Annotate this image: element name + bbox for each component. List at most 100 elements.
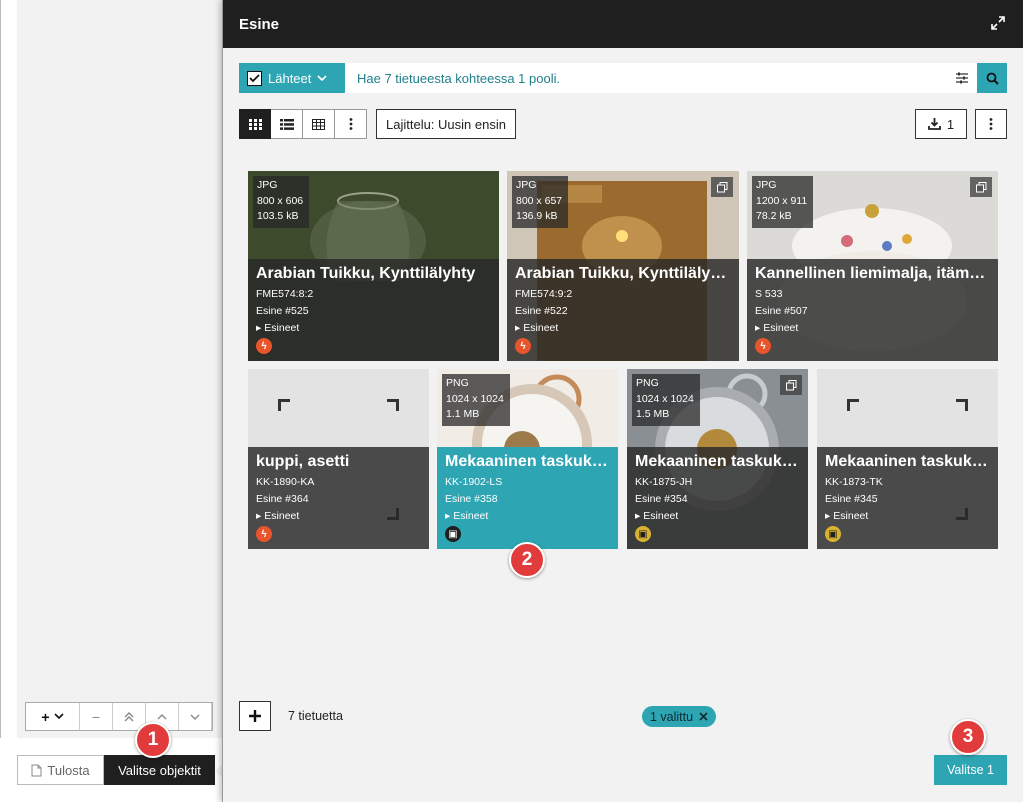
card-title: Arabian Tuikku, Kynttilälyhty <box>515 265 731 282</box>
copy-icon[interactable] <box>711 177 733 197</box>
record-card[interactable]: JPG 800 x 657 136.9 kB Arabian Tuikku, Kyn… <box>507 171 739 361</box>
card-number: Esine #507 <box>755 305 808 317</box>
add-record-button[interactable] <box>239 701 271 731</box>
download-icon <box>927 118 941 130</box>
search-input[interactable]: Hae 7 tietueesta kohteessa 1 pooli. <box>345 63 947 93</box>
annotation-badge: 1 <box>135 722 171 758</box>
more-options-button[interactable] <box>975 109 1007 139</box>
view-mode-group <box>239 109 367 139</box>
card-collection: ▸ Esineet <box>256 320 491 337</box>
card-collection: ▸ Esineet <box>755 320 990 337</box>
record-card-selected[interactable]: PNG 1024 x 1024 1.1 MB Mekaaninen taskukel… <box>437 369 618 549</box>
sources-dropdown[interactable]: Lähteet <box>239 63 345 93</box>
search-button[interactable] <box>977 63 1007 93</box>
card-collection: ▸ Esineet <box>825 508 990 525</box>
caret-right-icon: ▸ <box>256 510 262 522</box>
file-meta: JPG 800 x 606 103.5 kB <box>253 176 310 228</box>
record-card[interactable]: JPG 1200 x 911 78.2 kB Kannellinen liemima… <box>747 171 998 361</box>
close-icon[interactable] <box>699 712 708 721</box>
card-collection: ▸ Esineet <box>515 320 731 337</box>
list-icon <box>279 118 294 130</box>
annotation-badge: 2 <box>509 542 545 578</box>
card-info: Arabian Tuikku, Kynttilälyhty FME574:9:2… <box>507 259 739 361</box>
card-code: S 533 <box>755 288 783 300</box>
dialog-header: Esine <box>223 0 1023 48</box>
card-title: kuppi, asetti <box>256 453 350 470</box>
card-info: Kannellinen liemimalja, itämainen S 533 … <box>747 259 998 361</box>
table-icon <box>312 118 325 130</box>
card-title: Mekaaninen taskukello <box>445 453 610 470</box>
more-vertical-icon <box>989 118 993 130</box>
file-meta: JPG 800 x 657 136.9 kB <box>512 176 569 228</box>
record-count: 7 tietuetta <box>288 709 343 723</box>
card-code: FME574:9:2 <box>515 288 573 300</box>
caret-right-icon: ▸ <box>825 510 831 522</box>
remove-button[interactable]: − <box>80 703 113 730</box>
caret-right-icon: ▸ <box>515 322 521 334</box>
plus-icon <box>249 710 261 722</box>
lightning-icon: ϟ <box>755 338 771 354</box>
select-objects-button[interactable]: Valitse objektit <box>104 755 215 785</box>
caret-right-icon: ▸ <box>635 510 641 522</box>
record-card[interactable]: PNG 1024 x 1024 1.5 MB Mekaaninen taskukel… <box>627 369 808 549</box>
card-number: Esine #364 <box>256 493 309 505</box>
card-code: FME574:8:2 <box>256 288 314 300</box>
card-collection: ▸ Esineet <box>256 508 421 525</box>
placeholder-icon <box>278 399 290 411</box>
list-view-button[interactable] <box>271 109 303 139</box>
archive-icon: ▣ <box>635 526 651 542</box>
card-number: Esine #354 <box>635 493 688 505</box>
pdf-icon <box>31 764 42 776</box>
card-info: kuppi, asetti KK-1890-KA Esine #364 ▸ Esi… <box>248 447 429 549</box>
file-meta: PNG 1024 x 1024 1.1 MB <box>442 374 510 426</box>
card-title: Arabian Tuikku, Kynttilälyhty <box>256 265 476 282</box>
search-bar: Lähteet Hae 7 tietueesta kohteessa 1 poo… <box>239 63 1007 93</box>
archive-icon: ▣ <box>825 526 841 542</box>
record-card[interactable]: Mekaaninen taskukello KK-1873-TK Esine #… <box>817 369 998 549</box>
card-number: Esine #358 <box>445 493 498 505</box>
select-button[interactable]: Valitse 1 <box>934 755 1007 785</box>
card-info: Mekaaninen taskukello KK-1873-TK Esine #… <box>817 447 998 549</box>
copy-icon[interactable] <box>780 375 802 395</box>
card-info: Mekaaninen taskukello KK-1902-LS Esine #… <box>437 447 618 549</box>
card-number: Esine #522 <box>515 305 568 317</box>
caret-right-icon: ▸ <box>445 510 451 522</box>
print-button[interactable]: Tulosta <box>17 755 104 785</box>
expand-icon[interactable] <box>991 16 1007 32</box>
table-view-button[interactable] <box>303 109 335 139</box>
view-options-button[interactable] <box>335 109 367 139</box>
divider <box>0 0 1 738</box>
print-label: Tulosta <box>47 762 90 778</box>
card-info: Arabian Tuikku, Kynttilälyhty FME574:8:2… <box>248 259 499 361</box>
lightning-icon: ϟ <box>515 338 531 354</box>
placeholder-corner <box>387 399 399 411</box>
move-down-button[interactable] <box>179 703 212 730</box>
sort-button[interactable]: Lajittelu: Uusin ensin <box>376 109 516 139</box>
record-card[interactable]: kuppi, asetti KK-1890-KA Esine #364 ▸ Esi… <box>248 369 429 549</box>
checkbox-icon <box>247 70 262 86</box>
add-dropdown-button[interactable]: + <box>26 703 80 730</box>
copy-icon[interactable] <box>970 177 992 197</box>
download-count: 1 <box>946 116 955 132</box>
download-button[interactable]: 1 <box>915 109 967 139</box>
placeholder-corner <box>956 399 968 411</box>
card-number: Esine #345 <box>825 493 878 505</box>
card-info: Mekaaninen taskukello KK-1875-JH Esine #… <box>627 447 808 549</box>
card-collection: ▸ Esineet <box>445 508 610 525</box>
selected-chip[interactable]: 1 valittu <box>642 706 717 727</box>
card-title: Mekaaninen taskukello <box>825 453 990 470</box>
dialog-title: Esine <box>239 15 280 33</box>
annotation-badge: 3 <box>950 719 986 755</box>
card-title: Mekaaninen taskukello <box>635 453 800 470</box>
card-code: KK-1875-JH <box>635 476 693 488</box>
file-meta: JPG 1200 x 911 78.2 kB <box>752 176 814 228</box>
filter-settings-icon[interactable] <box>947 63 977 93</box>
grid-view-button[interactable] <box>239 109 271 139</box>
caret-right-icon: ▸ <box>755 322 761 334</box>
card-code: KK-1873-TK <box>825 476 883 488</box>
record-card[interactable]: JPG 800 x 606 103.5 kB Arabian Tuikku, Kyn… <box>248 171 499 361</box>
file-meta: PNG 1024 x 1024 1.5 MB <box>632 374 700 426</box>
chevron-down-icon <box>317 74 327 81</box>
select-objects-label: Valitse objektit <box>118 762 201 778</box>
search-icon <box>986 72 999 85</box>
